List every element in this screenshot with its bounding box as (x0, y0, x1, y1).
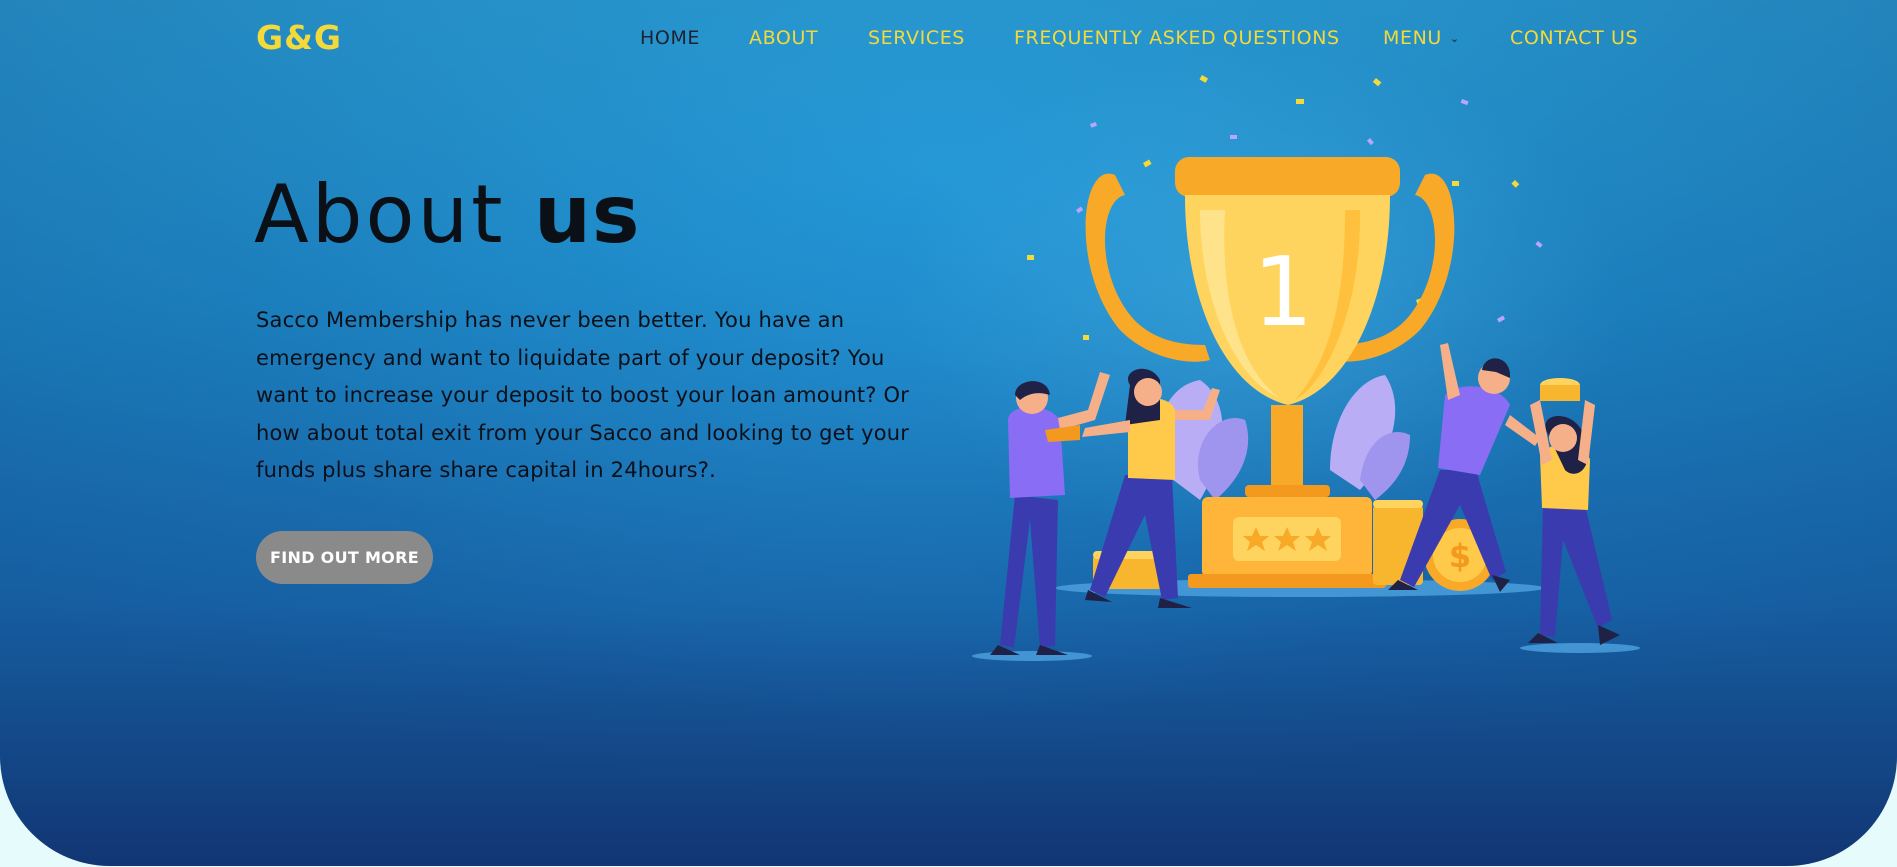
person-man-left (990, 372, 1110, 655)
nav-menu[interactable]: MENU ⌄ (1383, 27, 1460, 49)
trophy-celebration-illustration: 1 $ (972, 75, 1640, 661)
nav-faq[interactable]: FREQUENTLY ASKED QUESTIONS (1014, 27, 1340, 49)
hero-section: G&G HOME ABOUT SERVICES FREQUENTLY ASKED… (0, 0, 1897, 866)
nav-services[interactable]: SERVICES (868, 27, 965, 49)
nav-about[interactable]: ABOUT (749, 27, 818, 49)
nav-menu-label: MENU (1383, 27, 1442, 49)
main-nav: HOME ABOUT SERVICES FREQUENTLY ASKED QUE… (0, 27, 1897, 51)
title-light: About (254, 168, 534, 261)
nav-home[interactable]: HOME (640, 27, 700, 49)
coin-symbol: $ (1449, 537, 1471, 575)
person-woman-right (1528, 400, 1620, 645)
nav-contact[interactable]: CONTACT US (1510, 27, 1638, 49)
page-title: About us (254, 168, 641, 261)
trophy-number: 1 (1253, 238, 1313, 348)
about-description: Sacco Membership has never been better. … (256, 308, 910, 482)
find-out-more-button[interactable]: FIND OUT MORE (256, 531, 433, 584)
chevron-down-icon: ⌄ (1449, 32, 1460, 45)
title-bold: us (533, 168, 641, 261)
